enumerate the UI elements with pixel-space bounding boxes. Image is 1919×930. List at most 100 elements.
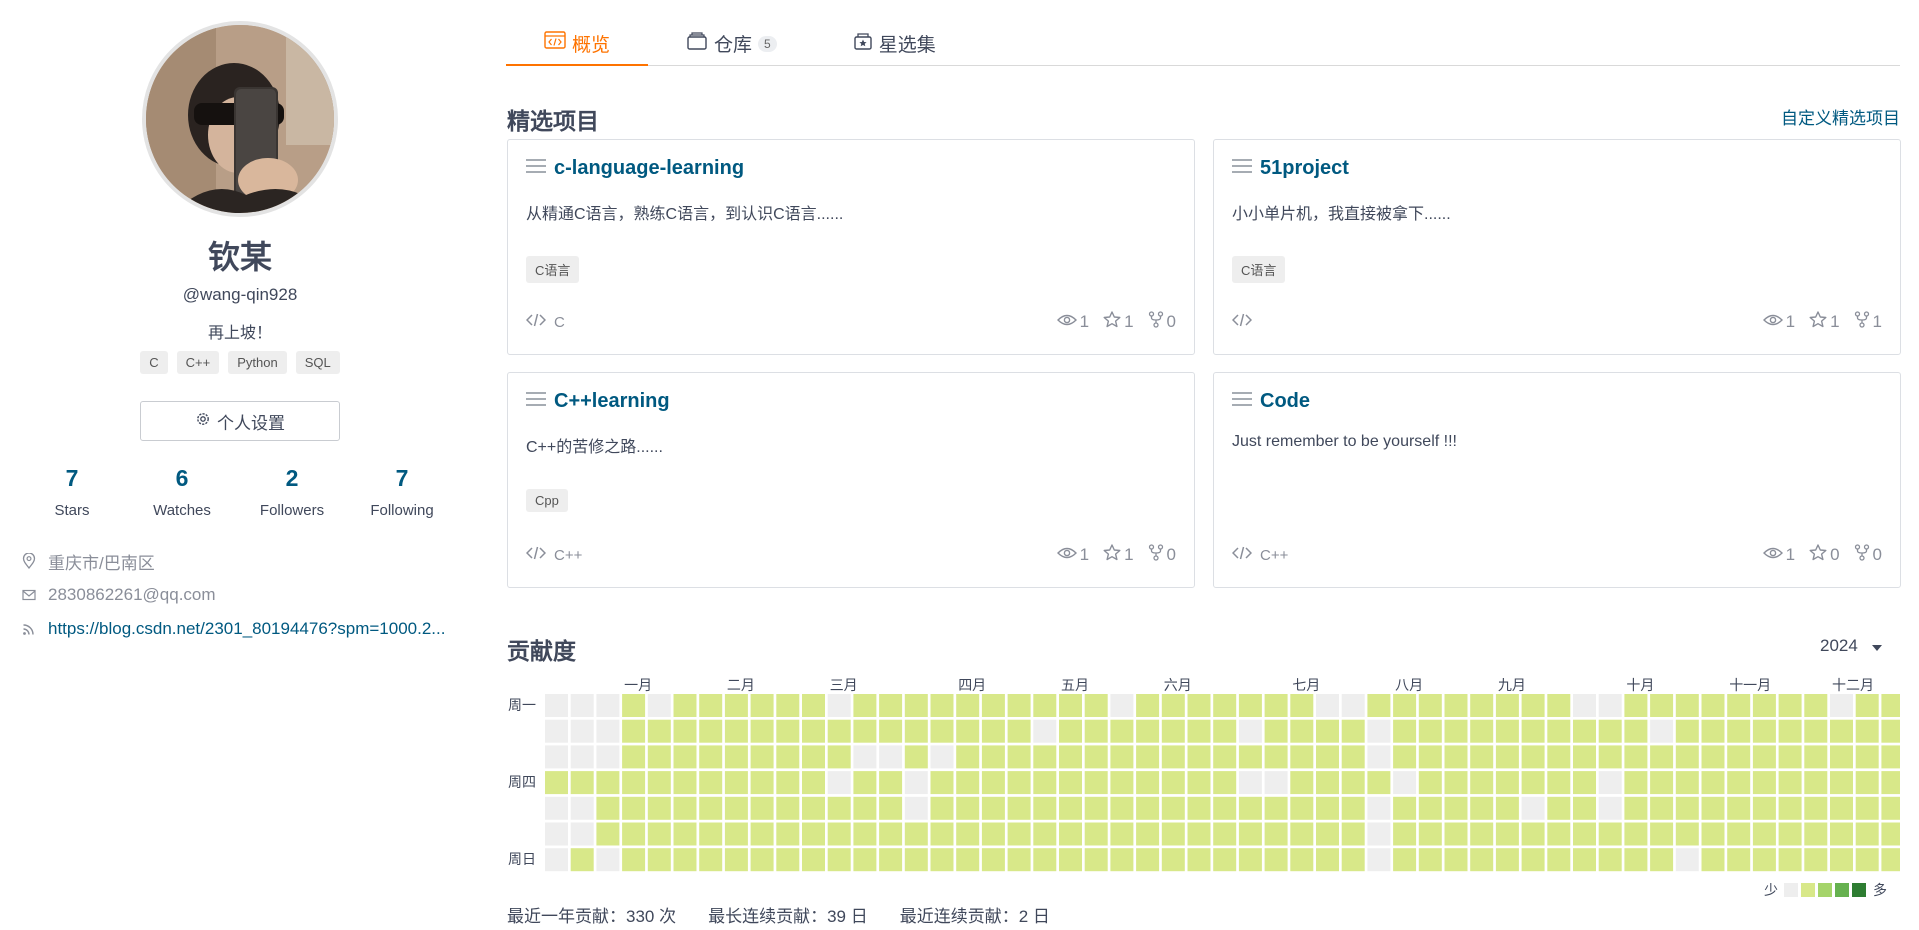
heatmap-cell[interactable] <box>1187 796 1211 820</box>
heatmap-cell[interactable] <box>1881 719 1900 743</box>
heatmap-cell[interactable] <box>1418 694 1442 717</box>
featured-card[interactable]: c-language-learning 从精通C语言，熟练C语言，到认识C语言..… <box>507 139 1195 355</box>
heatmap-cell[interactable] <box>545 771 568 795</box>
heatmap-cell[interactable] <box>1136 719 1160 743</box>
heatmap-cell[interactable] <box>1778 771 1802 795</box>
heatmap-cell[interactable] <box>596 771 620 795</box>
heatmap-cell[interactable] <box>1059 694 1082 717</box>
star-count[interactable]: 1 <box>1809 311 1840 333</box>
heatmap-cell[interactable] <box>1650 796 1674 820</box>
heatmap-cell[interactable] <box>879 719 903 743</box>
heatmap-cell[interactable] <box>1470 694 1494 717</box>
repo-topic-tag[interactable]: C语言 <box>1232 256 1286 283</box>
heatmap-cell[interactable] <box>1187 771 1211 795</box>
heatmap-cell[interactable] <box>1727 694 1751 717</box>
heatmap-cell[interactable] <box>853 771 877 795</box>
heatmap-cell[interactable] <box>1007 848 1031 872</box>
heatmap-cell[interactable] <box>1264 694 1288 717</box>
heatmap-cell[interactable] <box>622 848 646 872</box>
heatmap-cell[interactable] <box>1727 719 1751 743</box>
heatmap-cell[interactable] <box>596 822 620 846</box>
heatmap-cell[interactable] <box>1830 719 1853 743</box>
heatmap-cell[interactable] <box>1598 719 1622 743</box>
heatmap-cell[interactable] <box>1855 796 1879 820</box>
heatmap-cell[interactable] <box>1444 771 1468 795</box>
heatmap-cell[interactable] <box>1521 719 1545 743</box>
heatmap-cell[interactable] <box>673 719 697 743</box>
heatmap-cell[interactable] <box>1778 848 1802 872</box>
heatmap-cell[interactable] <box>1316 796 1339 820</box>
heatmap-cell[interactable] <box>1675 796 1699 820</box>
heatmap-cell[interactable] <box>1316 745 1339 769</box>
heatmap-cell[interactable] <box>750 796 774 820</box>
heatmap-cell[interactable] <box>802 822 825 846</box>
featured-card[interactable]: 51project 小小单片机，我直接被拿下...... C语言 1 1 1 <box>1213 139 1901 355</box>
heatmap-cell[interactable] <box>776 796 800 820</box>
heatmap-cell[interactable] <box>1238 719 1262 743</box>
heatmap-cell[interactable] <box>1701 745 1725 769</box>
heatmap-cell[interactable] <box>1650 822 1674 846</box>
heatmap-cell[interactable] <box>1367 822 1391 846</box>
heatmap-cell[interactable] <box>1624 822 1648 846</box>
heatmap-cell[interactable] <box>622 822 646 846</box>
heatmap-cell[interactable] <box>1059 745 1082 769</box>
heatmap-cell[interactable] <box>802 719 825 743</box>
heatmap-cell[interactable] <box>1573 771 1596 795</box>
heatmap-cell[interactable] <box>904 822 928 846</box>
heatmap-cell[interactable] <box>1264 771 1288 795</box>
heatmap-cell[interactable] <box>802 796 825 820</box>
heatmap-cell[interactable] <box>930 694 954 717</box>
heatmap-cell[interactable] <box>1624 745 1648 769</box>
heatmap-cell[interactable] <box>981 822 1005 846</box>
repo-name-link[interactable]: c-language-learning <box>554 157 744 180</box>
heatmap-cell[interactable] <box>1341 694 1365 717</box>
heatmap-cell[interactable] <box>1804 719 1828 743</box>
heatmap-cell[interactable] <box>1830 796 1853 820</box>
language-tag[interactable]: SQL <box>295 351 340 374</box>
heatmap-cell[interactable] <box>1573 745 1596 769</box>
heatmap-cell[interactable] <box>1495 771 1519 795</box>
heatmap-cell[interactable] <box>956 719 980 743</box>
heatmap-cell[interactable] <box>1213 848 1237 872</box>
heatmap-cell[interactable] <box>1110 796 1134 820</box>
drag-handle-icon[interactable] <box>1232 157 1252 180</box>
stat-stars[interactable]: 7 Stars <box>17 462 127 519</box>
heatmap-cell[interactable] <box>647 822 671 846</box>
heatmap-cell[interactable] <box>1573 719 1596 743</box>
heatmap-cell[interactable] <box>1881 745 1900 769</box>
year-select[interactable]: 2024 <box>1820 636 1882 656</box>
heatmap-cell[interactable] <box>1444 694 1468 717</box>
heatmap-cell[interactable] <box>827 796 851 820</box>
heatmap-cell[interactable] <box>1624 796 1648 820</box>
heatmap-cell[interactable] <box>904 848 928 872</box>
heatmap-cell[interactable] <box>1033 796 1057 820</box>
heatmap-cell[interactable] <box>647 848 671 872</box>
heatmap-cell[interactable] <box>1881 796 1900 820</box>
heatmap-cell[interactable] <box>570 694 594 717</box>
heatmap-cell[interactable] <box>647 745 671 769</box>
heatmap-cell[interactable] <box>1573 694 1596 717</box>
heatmap-cell[interactable] <box>622 745 646 769</box>
heatmap-cell[interactable] <box>699 822 723 846</box>
heatmap-cell[interactable] <box>1521 771 1545 795</box>
heatmap-cell[interactable] <box>750 745 774 769</box>
heatmap-cell[interactable] <box>724 822 748 846</box>
heatmap-cell[interactable] <box>1521 694 1545 717</box>
heatmap-cell[interactable] <box>1650 771 1674 795</box>
heatmap-cell[interactable] <box>1367 848 1391 872</box>
heatmap-cell[interactable] <box>750 848 774 872</box>
heatmap-cell[interactable] <box>1521 796 1545 820</box>
heatmap-cell[interactable] <box>724 848 748 872</box>
heatmap-cell[interactable] <box>1033 719 1057 743</box>
heatmap-cell[interactable] <box>622 719 646 743</box>
heatmap-cell[interactable] <box>1136 796 1160 820</box>
language-tag[interactable]: Python <box>228 351 287 374</box>
heatmap-cell[interactable] <box>1830 694 1853 717</box>
heatmap-cell[interactable] <box>1675 822 1699 846</box>
heatmap-cell[interactable] <box>1084 745 1108 769</box>
heatmap-cell[interactable] <box>1855 771 1879 795</box>
heatmap-cell[interactable] <box>1804 771 1828 795</box>
heatmap-cell[interactable] <box>1752 694 1776 717</box>
heatmap-cell[interactable] <box>956 796 980 820</box>
heatmap-cell[interactable] <box>1855 745 1879 769</box>
